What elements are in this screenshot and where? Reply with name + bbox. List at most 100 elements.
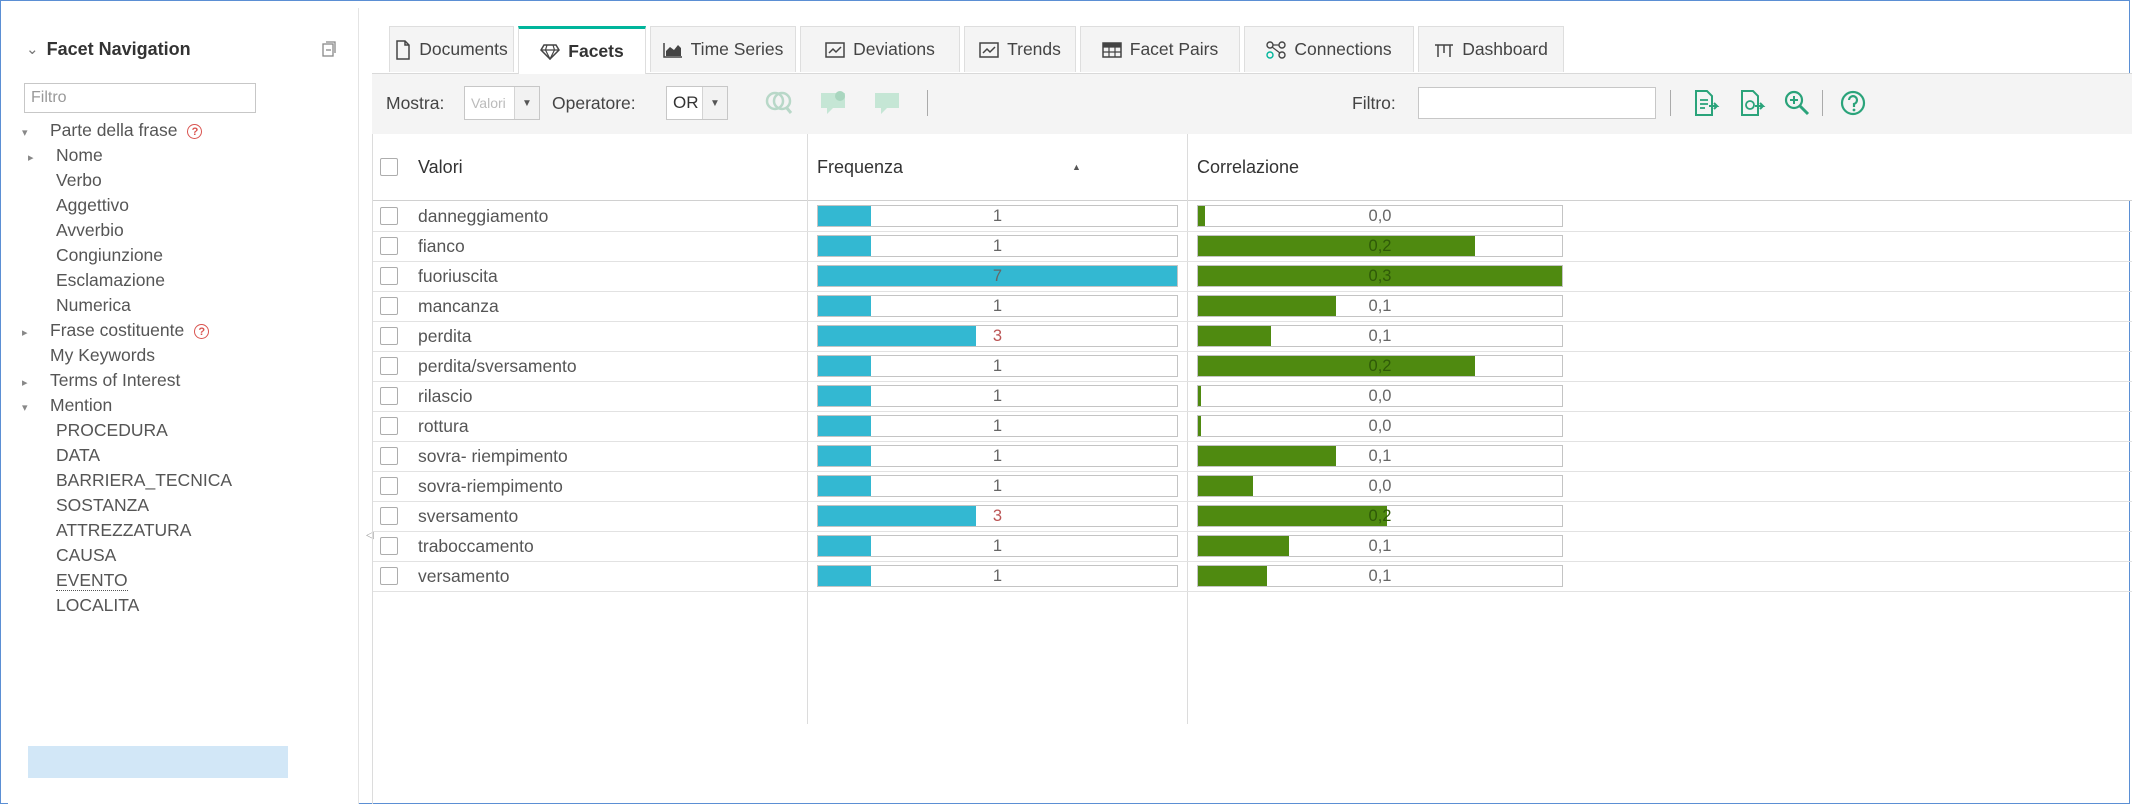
tree-item[interactable]: CAUSA bbox=[28, 543, 116, 568]
tree-item[interactable]: DATA bbox=[28, 443, 100, 468]
tree-item[interactable]: LOCALITA bbox=[28, 593, 139, 618]
row-checkbox[interactable] bbox=[380, 567, 398, 585]
row-value-label[interactable]: fuoriuscita bbox=[418, 261, 498, 291]
row-checkbox[interactable] bbox=[380, 387, 398, 405]
row-value-label[interactable]: perdita bbox=[418, 321, 472, 351]
row-value-label[interactable]: mancanza bbox=[418, 291, 499, 321]
export-all-icon[interactable] bbox=[1736, 88, 1766, 118]
table-row[interactable]: versamento 1 0,1 bbox=[373, 561, 2132, 592]
table-row[interactable]: mancanza 1 0,1 bbox=[373, 291, 2132, 322]
row-checkbox[interactable] bbox=[380, 207, 398, 225]
tree-item[interactable]: PROCEDURA bbox=[28, 418, 168, 443]
tab-label: Facets bbox=[568, 41, 624, 61]
row-value-label[interactable]: perdita/sversamento bbox=[418, 351, 577, 381]
tree-item[interactable]: ATTREZZATURA bbox=[28, 518, 191, 543]
table-row[interactable]: sovra-riempimento 1 0,0 bbox=[373, 471, 2132, 502]
table-row[interactable]: perdita 3 0,1 bbox=[373, 321, 2132, 352]
comment-icon[interactable] bbox=[872, 88, 902, 118]
operator-select[interactable]: OR ▼ bbox=[666, 86, 728, 120]
tree-item[interactable]: ▾ Mention bbox=[22, 393, 112, 418]
compare-icon[interactable] bbox=[764, 88, 794, 118]
row-value-label[interactable]: sovra-riempimento bbox=[418, 471, 563, 501]
tab-facets[interactable]: Facets bbox=[518, 26, 646, 74]
row-checkbox[interactable] bbox=[380, 237, 398, 255]
tree-item-label: CAUSA bbox=[56, 545, 117, 565]
table-filter-input[interactable] bbox=[1418, 87, 1656, 119]
row-checkbox[interactable] bbox=[380, 267, 398, 285]
tab-connections[interactable]: Connections bbox=[1244, 26, 1414, 72]
row-value-label[interactable]: sversamento bbox=[418, 501, 518, 531]
tree-item[interactable]: Verbo bbox=[28, 168, 102, 193]
zoom-in-icon[interactable] bbox=[1782, 88, 1812, 118]
tree-item[interactable]: ▸ Terms of Interest bbox=[22, 368, 180, 393]
row-value-label[interactable]: sovra- riempimento bbox=[418, 441, 568, 471]
tree-item[interactable]: Numerica bbox=[28, 293, 131, 318]
collapse-panel-icon[interactable] bbox=[321, 40, 337, 58]
row-checkbox[interactable] bbox=[380, 447, 398, 465]
tree-item[interactable]: SOSTANZA bbox=[28, 493, 149, 518]
row-value-label[interactable]: traboccamento bbox=[418, 531, 534, 561]
column-header-correlation[interactable]: Correlazione bbox=[1197, 134, 1299, 200]
table-row[interactable]: sversamento 3 0,2 bbox=[373, 501, 2132, 532]
column-header-frequency[interactable]: Frequenza bbox=[817, 134, 903, 200]
tree-item[interactable]: Esclamazione bbox=[28, 268, 165, 293]
row-checkbox[interactable] bbox=[380, 507, 398, 525]
row-value-label[interactable]: rottura bbox=[418, 411, 469, 441]
row-checkbox[interactable] bbox=[380, 357, 398, 375]
table-row[interactable]: danneggiamento 1 0,0 bbox=[373, 201, 2132, 232]
table-row[interactable]: perdita/sversamento 1 0,2 bbox=[373, 351, 2132, 382]
tab-dashboard[interactable]: Dashboard bbox=[1418, 26, 1564, 72]
table-header: Valori ▲ Frequenza Correlazione bbox=[373, 134, 2132, 201]
tree-item[interactable]: EVENTO bbox=[28, 568, 128, 593]
table-row[interactable]: sovra- riempimento 1 0,1 bbox=[373, 441, 2132, 472]
deviation-chart-icon bbox=[825, 41, 845, 58]
row-value-label[interactable]: danneggiamento bbox=[418, 201, 548, 231]
table-row[interactable]: rottura 1 0,0 bbox=[373, 411, 2132, 442]
tree-item[interactable]: ▸ Nome bbox=[28, 143, 103, 168]
tab-documents[interactable]: Documents bbox=[389, 26, 514, 72]
help-icon[interactable] bbox=[1838, 88, 1868, 118]
tree-item-label: LOCALITA bbox=[56, 595, 140, 615]
tree-item[interactable]: BARRIERA_TECNICA bbox=[28, 468, 232, 493]
tab-trends[interactable]: Trends bbox=[964, 26, 1076, 72]
tab-label: Trends bbox=[1007, 39, 1061, 59]
tab-deviations[interactable]: Deviations bbox=[800, 26, 960, 72]
correlation-bar: 0,2 bbox=[1197, 235, 1563, 257]
table-row[interactable]: traboccamento 1 0,1 bbox=[373, 531, 2132, 562]
tree-item[interactable]: ▾ Parte della frase? bbox=[22, 118, 203, 143]
tab-time-series[interactable]: Time Series bbox=[650, 26, 796, 72]
row-value-label[interactable]: versamento bbox=[418, 561, 509, 591]
help-icon[interactable]: ? bbox=[194, 323, 210, 339]
row-checkbox[interactable] bbox=[380, 537, 398, 555]
row-checkbox[interactable] bbox=[380, 477, 398, 495]
help-icon[interactable]: ? bbox=[187, 123, 203, 139]
tree-item-label: PROCEDURA bbox=[56, 420, 168, 440]
row-checkbox[interactable] bbox=[380, 297, 398, 315]
tree-item[interactable]: Aggettivo bbox=[28, 193, 129, 218]
table-row[interactable]: rilascio 1 0,0 bbox=[373, 381, 2132, 412]
frequency-bar: 1 bbox=[817, 355, 1178, 377]
export-icon[interactable] bbox=[1690, 88, 1720, 118]
tree-item[interactable]: Avverbio bbox=[28, 218, 124, 243]
row-value-label[interactable]: fianco bbox=[418, 231, 465, 261]
correlation-bar-label: 0,1 bbox=[1368, 297, 1392, 315]
tree-item[interactable]: Congiunzione bbox=[28, 243, 163, 268]
table-row[interactable]: fuoriuscita 7 0,3 bbox=[373, 261, 2132, 292]
comment-add-icon[interactable] bbox=[818, 88, 848, 118]
facet-navigation-header[interactable]: ⌄ Facet Navigation bbox=[26, 38, 191, 60]
tree-item[interactable]: My Keywords bbox=[22, 343, 155, 368]
chevron-down-icon[interactable]: ⌄ bbox=[26, 40, 39, 58]
sort-asc-icon[interactable]: ▲ bbox=[1072, 162, 1081, 172]
facet-filter-input[interactable] bbox=[24, 83, 256, 113]
show-select[interactable]: Valori ▼ bbox=[464, 86, 540, 120]
row-checkbox[interactable] bbox=[380, 417, 398, 435]
tree-item-label: Numerica bbox=[56, 295, 131, 315]
row-value-label[interactable]: rilascio bbox=[418, 381, 472, 411]
frequency-bar-label: 3 bbox=[992, 507, 1003, 525]
column-header-values[interactable]: Valori bbox=[418, 134, 463, 200]
select-all-checkbox[interactable] bbox=[380, 158, 398, 176]
tree-item[interactable]: ▸ Frase costituente? bbox=[22, 318, 210, 343]
tab-facet-pairs[interactable]: Facet Pairs bbox=[1080, 26, 1240, 72]
table-row[interactable]: fianco 1 0,2 bbox=[373, 231, 2132, 262]
row-checkbox[interactable] bbox=[380, 327, 398, 345]
